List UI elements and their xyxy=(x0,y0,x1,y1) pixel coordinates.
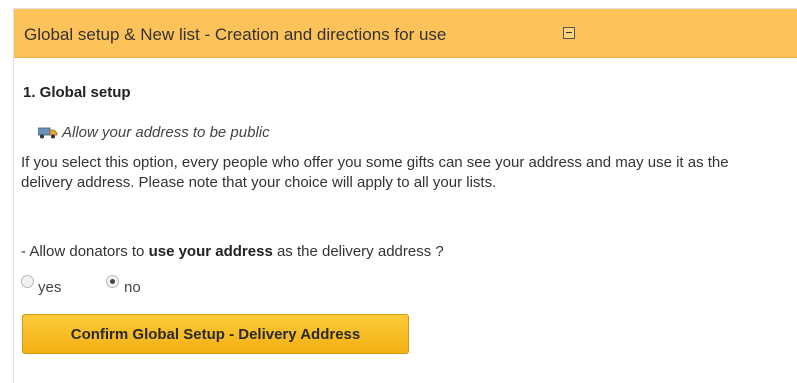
address-question: - Allow donators to use your address as … xyxy=(21,243,444,260)
question-suffix: as the delivery address ? xyxy=(272,243,444,260)
confirm-global-setup-button[interactable]: Confirm Global Setup - Delivery Address xyxy=(22,314,409,354)
section-title: 1. Global setup xyxy=(23,84,131,101)
radio-no[interactable] xyxy=(106,275,119,288)
question-bold: use your address xyxy=(148,243,273,260)
question-prefix: - Allow donators to xyxy=(21,243,149,260)
radio-yes[interactable] xyxy=(21,275,34,288)
option-description: If you select this option, every people … xyxy=(21,154,729,191)
collapse-icon[interactable] xyxy=(563,27,575,39)
option-label: Allow your address to be public xyxy=(62,124,270,141)
panel-title: Global setup & New list - Creation and d… xyxy=(24,25,447,44)
delivery-truck-icon xyxy=(38,127,58,139)
panel-header: Global setup & New list - Creation and d… xyxy=(14,9,797,58)
radio-no-label[interactable]: no xyxy=(124,279,141,296)
radio-yes-label[interactable]: yes xyxy=(38,279,61,296)
